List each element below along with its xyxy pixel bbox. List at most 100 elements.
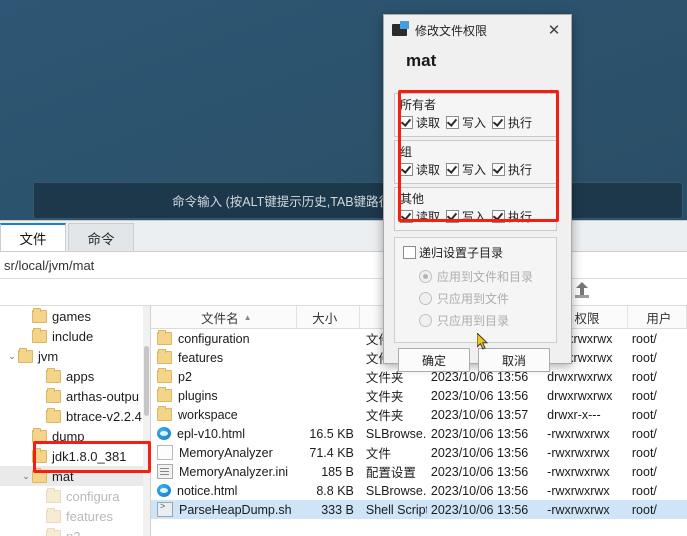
upload-icon[interactable] bbox=[573, 281, 591, 299]
file-name-label: workspace bbox=[178, 408, 238, 422]
permission-checkbox-2-2[interactable]: 执行 bbox=[492, 208, 532, 225]
cell-date: 2023/10/06 13:56 bbox=[427, 503, 541, 517]
checkbox-icon[interactable] bbox=[400, 210, 413, 223]
tree-item-label: mat bbox=[52, 469, 74, 484]
column-header-permissions-label: 权限 bbox=[574, 308, 599, 327]
column-header-size[interactable]: 大小 bbox=[297, 306, 360, 328]
cell-date: 2023/10/06 13:56 bbox=[427, 446, 541, 460]
table-row[interactable]: workspace文件夹2023/10/06 13:57drwxr-x---ro… bbox=[151, 405, 687, 424]
tree-item-btracev224[interactable]: btrace-v2.2.4 bbox=[0, 406, 150, 426]
tree-item-configura[interactable]: configura bbox=[0, 486, 150, 506]
tree-item-label: dump bbox=[52, 429, 85, 444]
cell-name: MemoryAnalyzer bbox=[151, 445, 297, 460]
permission-label: 执行 bbox=[508, 161, 532, 178]
permission-checkbox-0-2[interactable]: 执行 bbox=[492, 114, 532, 131]
table-row[interactable]: MemoryAnalyzer.ini185 B配置设置2023/10/06 13… bbox=[151, 462, 687, 481]
ini-icon bbox=[157, 464, 173, 479]
column-header-user[interactable]: 用户 bbox=[628, 306, 687, 328]
permission-label: 读取 bbox=[416, 208, 440, 225]
tree-scrollbar-thumb[interactable] bbox=[144, 346, 149, 416]
column-header-name-label: 文件名 bbox=[201, 308, 239, 327]
tree-item-include[interactable]: include bbox=[0, 326, 150, 346]
directory-tree[interactable]: gamesinclude⌄jvmappsarthas-outpubtrace-v… bbox=[0, 306, 151, 536]
table-row[interactable]: notice.html8.8 KBSLBrowse...2023/10/06 1… bbox=[151, 481, 687, 500]
tree-item-jdk180381[interactable]: jdk1.8.0_381 bbox=[0, 446, 150, 466]
checkbox-icon[interactable] bbox=[400, 163, 413, 176]
apply-option-2: 只应用到目录 bbox=[419, 312, 548, 329]
folder-icon bbox=[46, 390, 61, 403]
permission-checkbox-0-0[interactable]: 读取 bbox=[400, 114, 440, 131]
column-header-name[interactable]: 文件名 ▲ bbox=[151, 306, 297, 328]
permission-checkbox-1-0[interactable]: 读取 bbox=[400, 161, 440, 178]
table-row[interactable]: ParseHeapDump.sh333 BShell Script2023/10… bbox=[151, 500, 687, 519]
checkbox-icon[interactable] bbox=[492, 163, 505, 176]
permission-checkbox-0-1[interactable]: 写入 bbox=[446, 114, 486, 131]
tree-item-arthasoutpu[interactable]: arthas-outpu bbox=[0, 386, 150, 406]
folder-icon bbox=[157, 408, 172, 421]
tree-item-mat[interactable]: ⌄ mat bbox=[0, 466, 150, 486]
cell-permissions: -rwxrwxrwx bbox=[541, 503, 628, 517]
tree-item-apps[interactable]: apps bbox=[0, 366, 150, 386]
tab-files[interactable]: 文件 bbox=[0, 223, 66, 251]
permission-label: 写入 bbox=[462, 161, 486, 178]
tree-expander-icon[interactable]: ⌄ bbox=[6, 351, 18, 362]
tree-scrollbar[interactable] bbox=[143, 306, 150, 536]
cell-size: 8.8 KB bbox=[297, 484, 360, 498]
tree-item-jvm[interactable]: ⌄jvm bbox=[0, 346, 150, 366]
permission-checkbox-2-0[interactable]: 读取 bbox=[400, 208, 440, 225]
permission-checkbox-1-1[interactable]: 写入 bbox=[446, 161, 486, 178]
folder-icon bbox=[157, 332, 172, 345]
cell-user: root/ bbox=[628, 351, 687, 365]
recursive-checkbox-row[interactable]: 递归设置子目录 bbox=[403, 244, 548, 261]
path-bar[interactable]: sr/local/jvm/mat bbox=[0, 252, 687, 279]
tree-expander-icon[interactable]: ⌄ bbox=[20, 471, 32, 482]
tab-commands[interactable]: 命令 bbox=[68, 223, 134, 251]
folder-icon bbox=[157, 351, 172, 364]
tree-item-label: configura bbox=[66, 489, 119, 504]
table-row[interactable]: plugins文件夹2023/10/06 13:56drwxrwxrwxroot… bbox=[151, 386, 687, 405]
permission-label: 执行 bbox=[508, 208, 532, 225]
cell-type: SLBrowse... bbox=[360, 427, 427, 441]
permission-group-1: 组读取写入执行 bbox=[394, 140, 557, 184]
permission-checkbox-2-1[interactable]: 写入 bbox=[446, 208, 486, 225]
checkbox-icon[interactable] bbox=[446, 163, 459, 176]
tree-item-dump[interactable]: dump bbox=[0, 426, 150, 446]
permission-checkbox-1-2[interactable]: 执行 bbox=[492, 161, 532, 178]
checkbox-icon[interactable] bbox=[446, 210, 459, 223]
checkbox-icon[interactable] bbox=[400, 116, 413, 129]
ok-button[interactable]: 确定 bbox=[398, 348, 470, 372]
folder-icon bbox=[32, 450, 47, 463]
dialog-title-bar[interactable]: 修改文件权限 ✕ bbox=[384, 15, 571, 45]
cancel-button[interactable]: 取消 bbox=[478, 348, 550, 372]
recursive-checkbox[interactable] bbox=[403, 246, 416, 259]
radio-icon bbox=[419, 292, 432, 305]
cell-name: notice.html bbox=[151, 484, 297, 498]
permission-label: 写入 bbox=[462, 114, 486, 131]
column-header-user-label: 用户 bbox=[646, 308, 671, 327]
folder-icon bbox=[18, 350, 33, 363]
dialog-title: 修改文件权限 bbox=[415, 22, 487, 39]
cell-user: root/ bbox=[628, 465, 687, 479]
cell-permissions: -rwxrwxrwx bbox=[541, 465, 628, 479]
table-row[interactable]: MemoryAnalyzer71.4 KB文件2023/10/06 13:56-… bbox=[151, 443, 687, 462]
apply-option-label: 应用到文件和目录 bbox=[437, 268, 533, 285]
table-row[interactable]: epl-v10.html16.5 KBSLBrowse...2023/10/06… bbox=[151, 424, 687, 443]
terminal-command-hint-bar[interactable]: 命令输入 (按ALT键提示历史,TAB键路径,ESC键返回,双击CTRL切换 bbox=[33, 182, 683, 219]
file-name-label: ParseHeapDump.sh bbox=[179, 503, 292, 517]
tree-item-games[interactable]: games bbox=[0, 306, 150, 326]
checkbox-icon[interactable] bbox=[446, 116, 459, 129]
file-name-label: notice.html bbox=[177, 484, 237, 498]
permission-group-title: 所有者 bbox=[400, 96, 551, 113]
cell-user: root/ bbox=[628, 332, 687, 346]
cell-user: root/ bbox=[628, 446, 687, 460]
cell-date: 2023/10/06 13:57 bbox=[427, 408, 541, 422]
tree-item-features[interactable]: features bbox=[0, 506, 150, 526]
checkbox-icon[interactable] bbox=[492, 116, 505, 129]
cell-size: 185 B bbox=[297, 465, 360, 479]
close-icon[interactable]: ✕ bbox=[545, 21, 563, 39]
cell-date: 2023/10/06 13:56 bbox=[427, 389, 541, 403]
permission-group-0: 所有者读取 写入执行 bbox=[394, 93, 557, 137]
shell-icon bbox=[157, 502, 173, 517]
checkbox-icon[interactable] bbox=[492, 210, 505, 223]
folder-icon bbox=[46, 370, 61, 383]
